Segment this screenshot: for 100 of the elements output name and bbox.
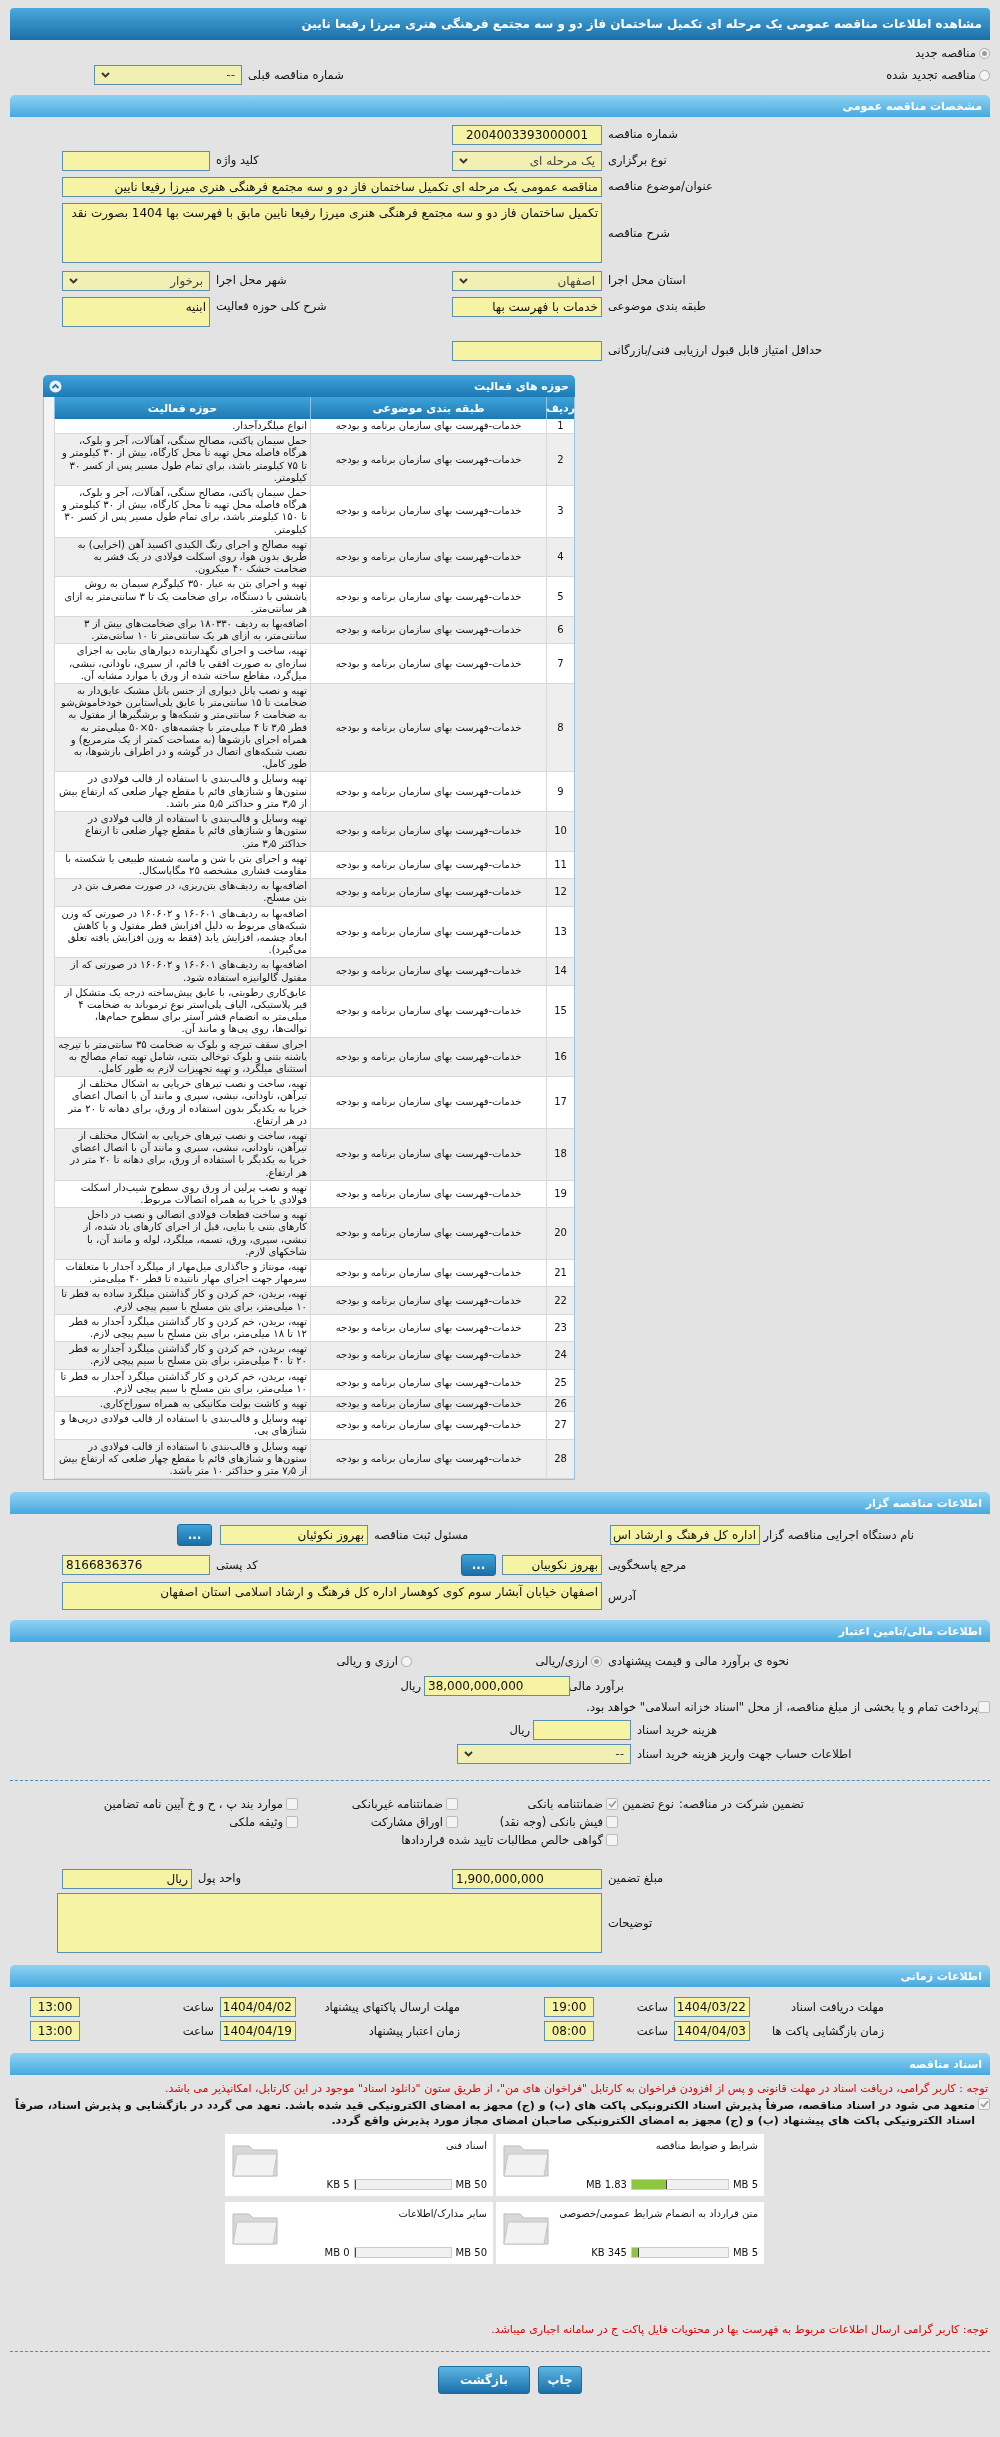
print-button[interactable]: چاپ xyxy=(538,2366,582,2395)
checkbox[interactable] xyxy=(446,1798,458,1811)
radio-button[interactable] xyxy=(401,1655,412,1667)
section-header: مشخصات مناقصه عمومی xyxy=(10,95,990,117)
select-field[interactable]: یک مرحله ای xyxy=(452,151,602,171)
document-name: سایر مدارک/اطلاعات xyxy=(398,2208,487,2220)
table-cell: خدمات-فهرست بهای سازمان برنامه و بودجه xyxy=(310,1287,546,1315)
table-cell: تهیه، بریدن، خم کردن و کار گذاشتن میلگرد آجدار به قطر ۱۲ تا ۱۸ میلی‌متر، برای بتن مسلح با سیم پیچی لازم. xyxy=(54,1314,310,1343)
size-limit: 5 MB xyxy=(732,2179,758,2191)
time-field[interactable]: 08:00 xyxy=(544,2021,594,2042)
field-label: شماره مناقصه xyxy=(607,126,679,143)
checkbox[interactable] xyxy=(606,1834,618,1847)
checkbox[interactable] xyxy=(446,1816,458,1829)
table-cell: 7 xyxy=(546,644,574,685)
date-field[interactable]: 1404/03/22 xyxy=(674,1997,750,2018)
table-cell: تهیه، بریدن، خم کردن و کار گذاشتن میلگرد آجدار به قطر تا ۱۰ میلی‌متر، برای بتن مسلح با سیم پیچی لازم. xyxy=(54,1369,310,1398)
table-cell: خدمات-فهرست بهای سازمان برنامه و بودجه xyxy=(310,1314,546,1343)
time-field[interactable]: 13:00 xyxy=(30,1997,80,2018)
size-limit: 5 MB xyxy=(732,2247,758,2259)
table-cell: خدمات-فهرست بهای سازمان برنامه و بودجه xyxy=(310,1369,546,1398)
table-cell: خدمات-فهرست بهای سازمان برنامه و بودجه xyxy=(310,812,546,852)
text-field[interactable]: مناقصه عمومی یک مرحله ای تکمیل ساختمان فاز دو و سه مجتمع فرهنگی هنری میرزا رفیعا نایین xyxy=(62,177,602,197)
select-field[interactable]: -- xyxy=(94,65,242,85)
table-cell: خدمات-فهرست بهای سازمان برنامه و بودجه xyxy=(310,1397,546,1413)
section-header: اسناد مناقصه xyxy=(10,2053,990,2076)
checkbox-label: اوراق مشارکت xyxy=(370,1815,443,1830)
chevron-down-icon xyxy=(101,72,110,78)
browse-button[interactable]: ... xyxy=(177,1524,212,1547)
column-header: طبقه بندی موضوعی xyxy=(310,397,546,419)
text-field[interactable]: 8166836376 xyxy=(62,1555,210,1576)
collapse-icon[interactable] xyxy=(49,379,62,393)
text-field[interactable]: بهروز نکوئیان xyxy=(220,1525,368,1546)
browse-button[interactable]: ... xyxy=(461,1554,496,1577)
field-label: ساعت xyxy=(181,1999,215,2017)
date-field[interactable]: 1404/04/02 xyxy=(220,1997,296,2018)
column-header: حوزه فعالیت xyxy=(54,397,310,419)
field-label: ساعت xyxy=(181,2023,215,2041)
select-field[interactable]: برخوار xyxy=(62,271,210,291)
date-field[interactable]: 1404/04/03 xyxy=(674,2021,750,2042)
time-field[interactable]: 19:00 xyxy=(544,1997,594,2018)
field-label: مسئول ثبت مناقصه xyxy=(373,1527,470,1545)
table-cell: 10 xyxy=(546,812,574,852)
checkbox[interactable] xyxy=(606,1816,618,1829)
radio-button[interactable] xyxy=(591,1655,602,1667)
table-cell: 6 xyxy=(546,617,574,645)
text-field[interactable]: بهروز نکوبیان xyxy=(502,1555,602,1576)
radio-button[interactable] xyxy=(979,47,990,59)
radio-button[interactable] xyxy=(979,69,990,81)
table-cell: خدمات-فهرست بهای سازمان برنامه و بودجه xyxy=(310,486,546,538)
table-cell: خدمات-فهرست بهای سازمان برنامه و بودجه xyxy=(310,617,546,645)
notice-text: توجه : کاربر گرامی، دریافت اسناد در مهلت قانونی و پس از افزودن فراخوان به کارتابل "فراخوان های من"، از طریق ستون "دانلود اسناد" موجود در این کارتابل، امکانپذیر می باشد. xyxy=(163,2081,989,2097)
table-cell: خدمات-فهرست بهای سازمان برنامه و بودجه xyxy=(310,958,546,986)
table-cell: 2 xyxy=(546,434,574,486)
table-cell: انواع میلگردآجدار. xyxy=(54,419,310,435)
checkbox[interactable] xyxy=(286,1816,298,1829)
text-field[interactable]: 38,000,000,000 xyxy=(424,1676,570,1697)
text-area[interactable] xyxy=(57,1893,602,1954)
table-cell: خدمات-فهرست بهای سازمان برنامه و بودجه xyxy=(310,1260,546,1288)
text-field[interactable] xyxy=(533,1720,631,1741)
field-label: هزینه خرید اسناد xyxy=(636,1722,719,1740)
table-cell: تهیه وسایل و قالب‌بندی با استفاده از قالب فولادی در ستون‌ها و شناژهای قائم با مقطع چهار ضلعی که ارتفاع بیش از ۷٫۵ متر و حداکثر ۱۰ متر باشد. xyxy=(54,1439,310,1480)
text-field[interactable] xyxy=(62,151,210,171)
size-limit: 50 MB xyxy=(455,2247,487,2259)
field-label: مرجع پاسخگویی xyxy=(607,1557,688,1575)
field-label: نام دستگاه اجرایی مناقصه گزار xyxy=(762,1527,915,1545)
text-field[interactable]: ریال xyxy=(62,1869,192,1890)
unit-label: ریال xyxy=(399,1678,422,1696)
text-field[interactable]: خدمات با فهرست بها xyxy=(452,297,602,317)
option-label: مناقصه تجدید شده xyxy=(886,68,976,82)
chevron-down-icon xyxy=(464,1751,473,1758)
text-area[interactable]: اصفهان خیابان آبشار سوم کوی کوهسار اداره کل فرهنگ و ارشاد اسلامی استان اصفهان xyxy=(62,1582,602,1611)
table-cell: 26 xyxy=(546,1397,574,1413)
table-cell: تهیه و اجرای بتن به عیار ۳۵۰ کیلوگرم سیمان به روش پاششی با دستگاه، برای ضخامت یک تا ۳ سانتی‌متر به ازای هر سانتی‌متر. xyxy=(54,577,310,618)
table-cell: حمل سیمان پاکتی، مصالح سنگی، آهنآلات، آجر و بلوک، هرگاه فاصله محل تهیه تا محل کارگاه، بیش از ۳۰ کیلومتر و تا ۱۵۰ کیلومتر باشد، برای تمام طول مسیر پس از کسر ۳۰ کیلومتر. xyxy=(54,486,310,538)
back-button[interactable]: بازگشت xyxy=(438,2366,530,2395)
field-label: شرح مناقصه xyxy=(607,225,671,242)
text-field[interactable]: اداره کل فرهنگ و ارشاد اس xyxy=(610,1525,760,1546)
field-label: زمان بازگشایی پاکت ها xyxy=(771,2023,885,2041)
text-area[interactable]: ابنیه xyxy=(62,297,210,327)
text-field[interactable]: 1,900,000,000 xyxy=(452,1869,602,1890)
table-cell: خدمات-فهرست بهای سازمان برنامه و بودجه xyxy=(310,1180,546,1209)
text-field[interactable]: 2004003393000001 xyxy=(452,125,602,145)
text-field[interactable] xyxy=(452,341,602,361)
time-field[interactable]: 13:00 xyxy=(30,2021,80,2042)
field-label: شماره مناقصه قبلی xyxy=(247,67,345,84)
table-cell: خدمات-فهرست بهای سازمان برنامه و بودجه xyxy=(310,644,546,685)
table-cell: 28 xyxy=(546,1439,574,1480)
checkbox[interactable] xyxy=(286,1798,298,1811)
select-field[interactable]: -- xyxy=(457,1744,631,1765)
table-cell: 25 xyxy=(546,1369,574,1398)
table-cell: عایق‌کاری رطوبتی، با عایق پیش‌ساخته درجه یک متشکل از قیر پلاستیکی، الیاف پلی‌استر نوع ترموباند به ضخامت ۴ میلی‌متر به انضمام قشر آستر برای سطوح حمام‌ها، توالت‌ها، روی پی‌ها و مانند آن. xyxy=(54,985,310,1038)
checkbox[interactable] xyxy=(978,2098,990,2111)
table-cell: خدمات-فهرست بهای سازمان برنامه و بودجه xyxy=(310,537,546,578)
select-field[interactable]: اصفهان xyxy=(452,271,602,291)
date-field[interactable]: 1404/04/19 xyxy=(220,2021,296,2042)
table-cell: 1 xyxy=(546,419,574,435)
field-label: اطلاعات حساب جهت واریز هزینه خرید اسناد xyxy=(636,1746,853,1764)
checkbox[interactable] xyxy=(978,1701,990,1714)
text-area[interactable]: تکمیل ساختمان فاز دو و سه مجتمع فرهنگی هنری میرزا رفیعا نایین مابق با فهرست بها 1404 بصورت نقد xyxy=(62,203,602,263)
checkbox[interactable] xyxy=(606,1798,618,1811)
